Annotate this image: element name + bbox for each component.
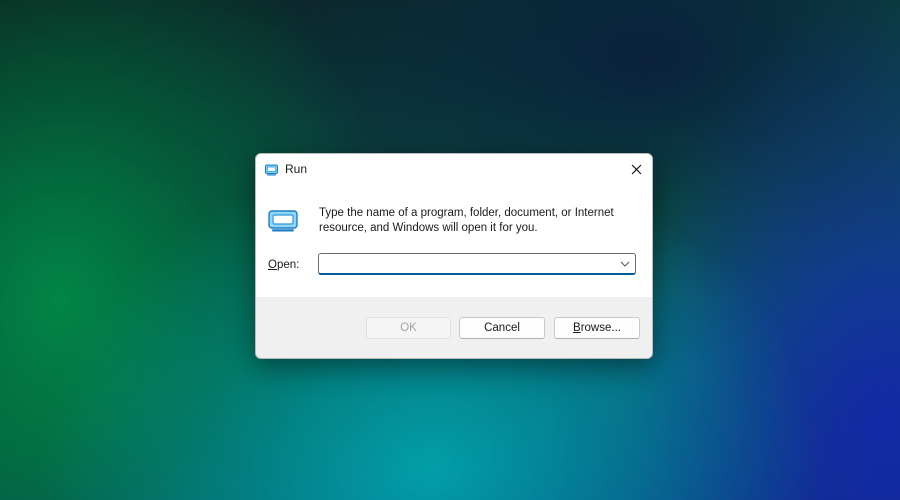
button-bar: OK Cancel Browse... <box>256 297 652 358</box>
browse-mnemonic: B <box>573 322 581 334</box>
ok-button[interactable]: OK <box>366 317 451 339</box>
open-label-mnemonic: O <box>268 259 277 271</box>
cancel-button[interactable]: Cancel <box>459 317 545 339</box>
run-dialog: Run Type the name of a program, folder, … <box>255 153 653 359</box>
open-label: Open: <box>268 259 299 271</box>
browse-button[interactable]: Browse... <box>554 317 640 339</box>
chevron-down-icon <box>620 261 630 267</box>
instruction-text: Type the name of a program, folder, docu… <box>319 207 614 234</box>
close-button[interactable] <box>621 154 652 185</box>
window-title: Run <box>285 162 308 176</box>
dialog-content: Type the name of a program, folder, docu… <box>256 185 652 297</box>
open-dropdown-button[interactable] <box>615 254 635 274</box>
open-combobox[interactable] <box>318 253 636 275</box>
close-icon <box>631 164 642 175</box>
open-label-text: pen: <box>276 259 300 271</box>
browse-label: rowse... <box>580 322 621 334</box>
open-input[interactable] <box>323 255 617 274</box>
run-app-icon <box>268 210 298 232</box>
run-app-icon <box>265 163 278 176</box>
title-bar[interactable]: Run <box>256 154 652 185</box>
